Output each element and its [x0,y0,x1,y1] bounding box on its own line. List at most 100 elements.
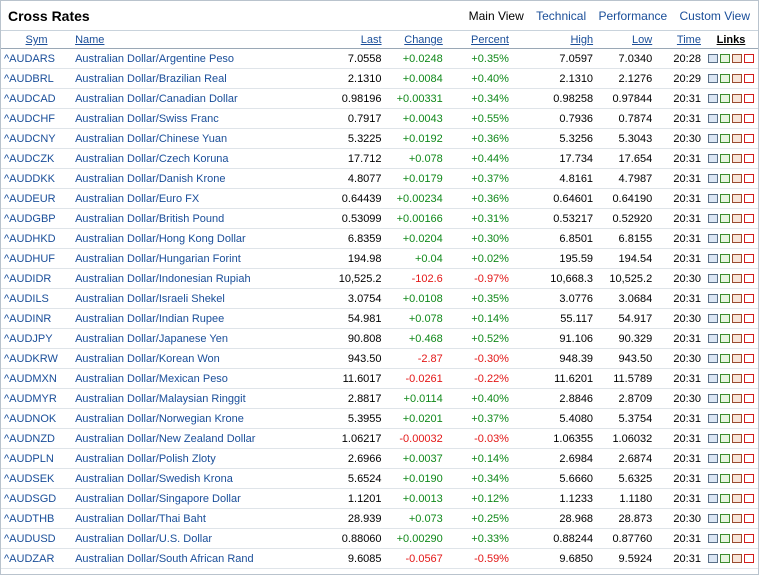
news-icon[interactable] [707,494,718,504]
options-icon[interactable] [731,214,742,224]
news-icon[interactable] [707,394,718,404]
news-icon[interactable] [707,134,718,144]
cell-sym[interactable]: ^AUDILS [1,288,73,309]
chart-icon[interactable] [719,134,730,144]
news-icon[interactable] [707,534,718,544]
chart-icon[interactable] [719,454,730,464]
cell-sym[interactable]: ^AUDSGD [1,488,73,509]
options-icon[interactable] [731,494,742,504]
cell-sym[interactable]: ^AUDEUR [1,188,73,209]
cell-name[interactable]: Australian Dollar/Indian Rupee [72,308,336,329]
options-icon[interactable] [731,194,742,204]
alert-icon[interactable] [743,54,754,64]
options-icon[interactable] [731,474,742,484]
options-icon[interactable] [731,554,742,564]
chart-icon[interactable] [719,234,730,244]
news-icon[interactable] [707,194,718,204]
cell-name[interactable]: Australian Dollar/Malaysian Ringgit [72,388,336,409]
cell-sym[interactable]: ^AUDBRL [1,68,73,89]
alert-icon[interactable] [743,434,754,444]
chart-icon[interactable] [719,94,730,104]
options-icon[interactable] [731,374,742,384]
news-icon[interactable] [707,554,718,564]
news-icon[interactable] [707,354,718,364]
options-icon[interactable] [731,294,742,304]
chart-icon[interactable] [719,274,730,284]
cell-sym[interactable]: ^AUDCHF [1,108,73,129]
cell-name[interactable]: Australian Dollar/Swedish Krona [72,468,336,489]
cell-sym[interactable]: ^AUDNZD [1,428,73,449]
options-icon[interactable] [731,234,742,244]
alert-icon[interactable] [743,294,754,304]
cell-name[interactable]: Australian Dollar/Israeli Shekel [72,288,336,309]
alert-icon[interactable] [743,534,754,544]
cell-name[interactable]: Australian Dollar/Euro FX [72,188,336,209]
cell-name[interactable]: Australian Dollar/Brazilian Real [72,68,336,89]
alert-icon[interactable] [743,354,754,364]
news-icon[interactable] [707,154,718,164]
options-icon[interactable] [731,254,742,264]
cell-name[interactable]: Australian Dollar/British Pound [72,208,336,229]
chart-icon[interactable] [719,54,730,64]
cell-sym[interactable]: ^AUDSEK [1,468,73,489]
news-icon[interactable] [707,94,718,104]
news-icon[interactable] [707,414,718,424]
options-icon[interactable] [731,394,742,404]
alert-icon[interactable] [743,194,754,204]
alert-icon[interactable] [743,174,754,184]
news-icon[interactable] [707,434,718,444]
chart-icon[interactable] [719,294,730,304]
options-icon[interactable] [731,274,742,284]
cell-name[interactable]: Australian Dollar/Japanese Yen [72,328,336,349]
chart-icon[interactable] [719,254,730,264]
chart-icon[interactable] [719,74,730,84]
cell-name[interactable]: Australian Dollar/Hong Kong Dollar [72,228,336,249]
column-header-high[interactable]: High [511,32,597,49]
alert-icon[interactable] [743,334,754,344]
cell-sym[interactable]: ^AUDHUF [1,248,73,269]
alert-icon[interactable] [743,374,754,384]
alert-icon[interactable] [743,554,754,564]
news-icon[interactable] [707,374,718,384]
options-icon[interactable] [731,54,742,64]
news-icon[interactable] [707,234,718,244]
news-icon[interactable] [707,474,718,484]
alert-icon[interactable] [743,134,754,144]
alert-icon[interactable] [743,474,754,484]
alert-icon[interactable] [743,74,754,84]
cell-name[interactable]: Australian Dollar/Canadian Dollar [72,88,336,109]
cell-sym[interactable]: ^AUDCNY [1,128,73,149]
cell-name[interactable]: Australian Dollar/Chinese Yuan [72,128,336,149]
news-icon[interactable] [707,74,718,84]
column-header-percent[interactable]: Percent [445,32,512,49]
cell-sym[interactable]: ^AUDJPY [1,328,73,349]
options-icon[interactable] [731,314,742,324]
cell-name[interactable]: Australian Dollar/Hungarian Forint [72,248,336,269]
tab-technical[interactable]: Technical [536,9,586,23]
news-icon[interactable] [707,334,718,344]
cell-name[interactable]: Australian Dollar/U.S. Dollar [72,528,336,549]
cell-name[interactable]: Australian Dollar/Thai Baht [72,508,336,529]
column-header-sym[interactable]: Sym [1,32,73,49]
chart-icon[interactable] [719,174,730,184]
options-icon[interactable] [731,534,742,544]
news-icon[interactable] [707,114,718,124]
options-icon[interactable] [731,454,742,464]
options-icon[interactable] [731,514,742,524]
chart-icon[interactable] [719,534,730,544]
alert-icon[interactable] [743,234,754,244]
options-icon[interactable] [731,354,742,364]
column-header-time[interactable]: Time [655,32,704,49]
cell-sym[interactable]: ^AUDMXN [1,368,73,389]
cell-name[interactable]: Australian Dollar/Argentine Peso [72,48,336,69]
alert-icon[interactable] [743,114,754,124]
cell-sym[interactable]: ^AUDHKD [1,228,73,249]
alert-icon[interactable] [743,154,754,164]
cell-sym[interactable]: ^AUDDKK [1,168,73,189]
column-header-change[interactable]: Change [384,32,446,49]
options-icon[interactable] [731,94,742,104]
chart-icon[interactable] [719,434,730,444]
cell-name[interactable]: Australian Dollar/New Zealand Dollar [72,428,336,449]
cell-name[interactable]: Australian Dollar/Polish Zloty [72,448,336,469]
cell-name[interactable]: Australian Dollar/Singapore Dollar [72,488,336,509]
